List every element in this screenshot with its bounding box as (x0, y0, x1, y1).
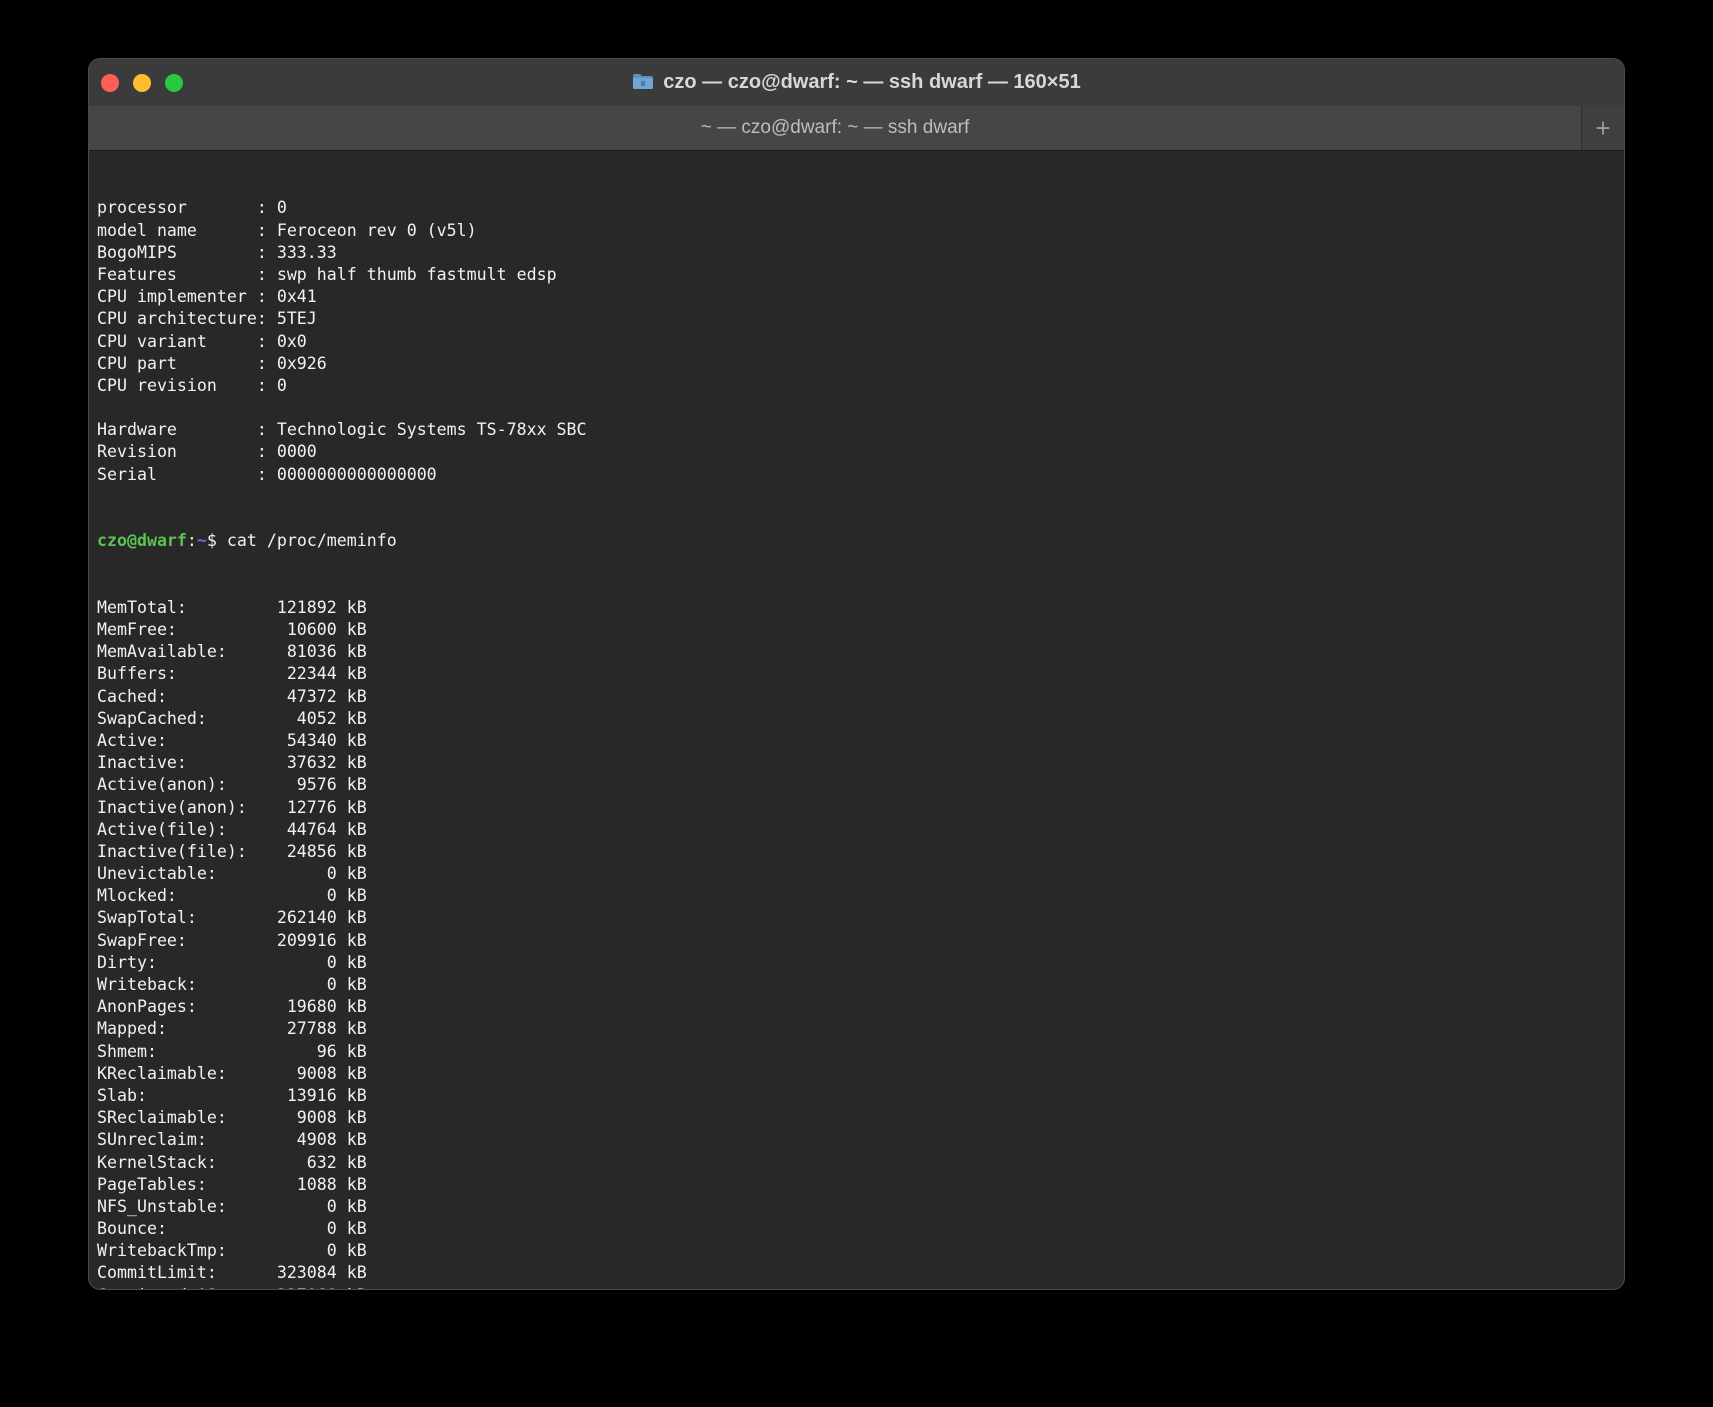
tab-ssh-dwarf[interactable]: ~ — czo@dwarf: ~ — ssh dwarf (89, 106, 1581, 150)
output-line: BogoMIPS : 333.33 (97, 242, 337, 262)
meminfo-output: MemTotal: 121892 kB MemFree: 10600 kB MemA… (97, 597, 1616, 1289)
cpuinfo-output: processor : 0 model name : Feroceon rev 0… (97, 197, 1616, 485)
output-line: Shmem: 96 kB (97, 1041, 367, 1061)
output-line: Slab: 13916 kB (97, 1085, 367, 1105)
output-line: Unevictable: 0 kB (97, 864, 367, 884)
output-line: Dirty: 0 kB (97, 952, 367, 972)
output-line: Writeback: 0 kB (97, 975, 367, 995)
output-line: Features : swp half thumb fastmult edsp (97, 264, 557, 284)
terminal-window: czo — czo@dwarf: ~ — ssh dwarf — 160×51 … (89, 59, 1624, 1289)
output-line: PageTables: 1088 kB (97, 1174, 367, 1194)
zoom-button[interactable] (165, 74, 183, 92)
output-line: Serial : 0000000000000000 (97, 464, 437, 484)
prompt-path: ~ (196, 531, 207, 551)
output-line: Mlocked: 0 kB (97, 886, 367, 906)
output-line: NFS_Unstable: 0 kB (97, 1196, 367, 1216)
output-line: CPU implementer : 0x41 (97, 287, 317, 307)
output-line: Active(file): 44764 kB (97, 819, 367, 839)
output-line: SwapTotal: 262140 kB (97, 908, 367, 928)
output-line: CPU part : 0x926 (97, 353, 327, 373)
plus-icon: + (1595, 113, 1611, 143)
prompt-user-host: czo@dwarf (97, 531, 187, 551)
output-line: Cached: 47372 kB (97, 686, 367, 706)
terminal-output[interactable]: processor : 0 model name : Feroceon rev 0… (97, 153, 1616, 1289)
window-title: czo — czo@dwarf: ~ — ssh dwarf — 160×51 (89, 59, 1624, 106)
output-line: CommitLimit: 323084 kB (97, 1263, 367, 1283)
output-line: processor : 0 (97, 198, 287, 218)
output-line: Inactive(anon): 12776 kB (97, 797, 367, 817)
output-line: MemAvailable: 81036 kB (97, 642, 367, 662)
output-line: MemTotal: 121892 kB (97, 597, 367, 617)
output-line: Buffers: 22344 kB (97, 664, 367, 684)
output-line: Inactive: 37632 kB (97, 753, 367, 773)
output-line: CPU revision : 0 (97, 375, 287, 395)
close-button[interactable] (101, 74, 119, 92)
output-line: Committed_AS: 337068 kB (97, 1285, 1616, 1289)
output-line: Mapped: 27788 kB (97, 1019, 367, 1039)
output-line: SwapCached: 4052 kB (97, 708, 367, 728)
output-line: SReclaimable: 9008 kB (97, 1108, 367, 1128)
output-line: AnonPages: 19680 kB (97, 997, 367, 1017)
output-line: Inactive(file): 24856 kB (97, 841, 367, 861)
folder-icon (633, 74, 654, 89)
output-line: Bounce: 0 kB (97, 1219, 367, 1239)
minimize-button[interactable] (133, 74, 151, 92)
prompt-colon: : (186, 531, 197, 551)
output-line: KReclaimable: 9008 kB (97, 1063, 367, 1083)
output-line: Hardware : Technologic Systems TS-78xx S… (97, 420, 587, 440)
output-line: Revision : 0000 (97, 442, 317, 462)
output-line: CPU architecture: 5TEJ (97, 309, 317, 329)
tab-bar: ~ — czo@dwarf: ~ — ssh dwarf + (89, 106, 1624, 151)
output-line: WritebackTmp: 0 kB (97, 1241, 367, 1261)
output-line: Active: 54340 kB (97, 730, 367, 750)
output-line: Active(anon): 9576 kB (97, 775, 367, 795)
output-line: MemFree: 10600 kB (97, 620, 367, 640)
title-bar[interactable]: czo — czo@dwarf: ~ — ssh dwarf — 160×51 (89, 59, 1624, 106)
output-line: SwapFree: 209916 kB (97, 930, 367, 950)
output-line: model name : Feroceon rev 0 (v5l) (97, 220, 477, 240)
window-title-text: czo — czo@dwarf: ~ — ssh dwarf — 160×51 (663, 71, 1081, 93)
prompt-symbol: $ (206, 531, 227, 551)
output-line: CPU variant : 0x0 (97, 331, 307, 351)
new-tab-button[interactable]: + (1581, 106, 1624, 150)
output-line: SUnreclaim: 4908 kB (97, 1130, 367, 1150)
command-text: cat /proc/meminfo (226, 531, 397, 551)
command-line: czo@dwarf:~$ cat /proc/meminfo (97, 530, 1616, 552)
output-line: KernelStack: 632 kB (97, 1152, 367, 1172)
